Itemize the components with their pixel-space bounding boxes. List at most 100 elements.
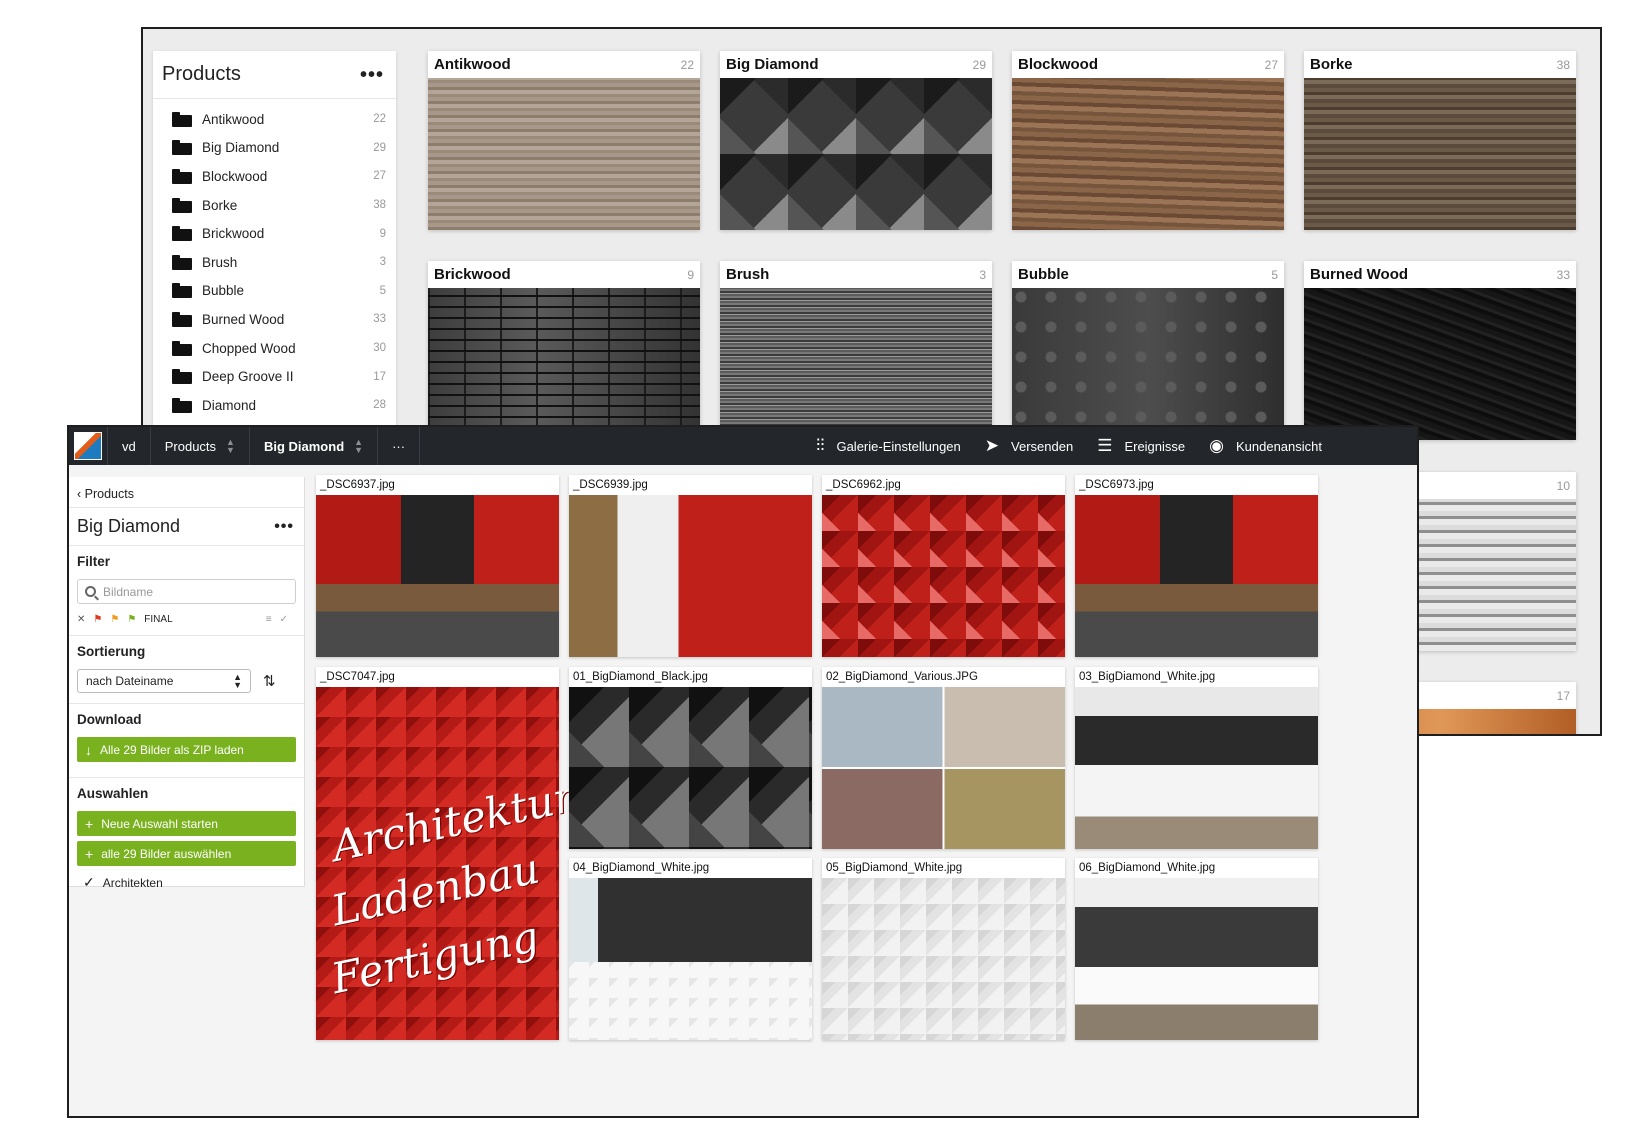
events-label: Ereignisse [1124, 438, 1186, 454]
photo-tile[interactable]: 05_BigDiamond_White.jpg [822, 858, 1065, 1040]
checked-filter-icon[interactable]: ✓ [280, 614, 288, 625]
gallery-settings-button[interactable]: ⫶⫶ Galerie-Einstellungen [816, 436, 961, 456]
clear-filter-icon[interactable]: ✕ [77, 614, 85, 625]
breadcrumb-home[interactable]: vd [107, 427, 150, 465]
photo-filename: _DSC6973.jpg [1079, 479, 1154, 491]
tile-count: 33 [1556, 267, 1570, 282]
folder-icon [172, 111, 192, 127]
gallery-sidebar: ‹ Products Big Diamond ••• Filter Bildna… [69, 477, 305, 890]
gallery-tile[interactable]: Borke 38 [1304, 51, 1576, 230]
client-view-button[interactable]: ◉ Kundenansicht [1209, 436, 1322, 456]
photo-filename: 06_BigDiamond_White.jpg [1079, 862, 1216, 874]
folder-name: Antikwood [202, 111, 265, 127]
photo-thumbnail [1075, 878, 1318, 1040]
gallery-title-row: Big Diamond ••• [69, 508, 304, 546]
photo-tile[interactable]: _DSC6939.jpg [569, 475, 812, 657]
folder-count: 5 [379, 284, 386, 297]
tile-name: Brickwood [434, 266, 511, 283]
gallery-settings-label: Galerie-Einstellungen [836, 438, 961, 454]
tile-count: 17 [1556, 688, 1570, 703]
folder-count: 28 [373, 399, 386, 412]
selection-item[interactable]: ✓ Architekten [77, 874, 296, 891]
flag-orange-icon[interactable]: ⚑ [110, 614, 119, 625]
folder-name: Brush [202, 254, 238, 270]
photo-tile[interactable]: _DSC6962.jpg [822, 475, 1065, 657]
tile-thumbnail [720, 288, 992, 440]
plus-icon: + [85, 815, 94, 832]
list-icon: ☰ [1097, 436, 1113, 455]
photo-tile[interactable]: 04_BigDiamond_White.jpg [569, 858, 812, 1040]
flag-red-icon[interactable]: ⚑ [93, 614, 102, 625]
new-selection-label: Neue Auswahl starten [101, 816, 218, 831]
photo-tile[interactable]: 01_BigDiamond_Black.jpg [569, 667, 812, 849]
photo-tile[interactable]: _DSC7047.jpg Architektur Ladenbau Fertig… [316, 667, 578, 1040]
photo-tile[interactable]: 02_BigDiamond_Various.JPG [822, 667, 1065, 849]
folder-item[interactable]: Burned Wood 33 [153, 305, 396, 334]
download-section: Download ↓ Alle 29 Bilder als ZIP laden [69, 704, 304, 778]
gallery-tile[interactable]: Big Diamond 29 [720, 51, 992, 230]
breadcrumb-more[interactable]: ··· [377, 427, 421, 465]
app-logo[interactable] [69, 427, 107, 465]
download-arrow-icon: ↓ [85, 741, 92, 758]
search-input[interactable]: Bildname [77, 579, 296, 604]
comment-filter-icon[interactable]: ≡ [266, 614, 272, 625]
folder-item[interactable]: Blockwood 27 [153, 162, 396, 191]
gallery-tile[interactable]: Bubble 5 [1012, 261, 1284, 440]
folder-item[interactable]: Brickwood 9 [153, 219, 396, 248]
folder-icon [172, 226, 192, 242]
flag-green-icon[interactable]: ⚑ [127, 614, 136, 625]
products-sidebar-header: Products ••• [153, 51, 396, 99]
sort-direction-icon[interactable]: ⇅ [263, 672, 276, 690]
photo-tile[interactable]: _DSC6937.jpg [316, 475, 559, 657]
folder-count: 17 [373, 370, 386, 383]
folder-item[interactable]: Borke 38 [153, 191, 396, 220]
new-selection-button[interactable]: + Neue Auswahl starten [77, 811, 296, 836]
folder-item[interactable]: Bubble 5 [153, 277, 396, 306]
folder-count: 22 [373, 113, 386, 126]
tile-thumbnail [1304, 288, 1576, 440]
folder-icon [172, 340, 192, 356]
gallery-tile[interactable]: Burned Wood 33 [1304, 261, 1576, 440]
gallery-tile[interactable]: Antikwood 22 [428, 51, 700, 230]
plus-icon: + [85, 845, 94, 862]
folder-icon [172, 140, 192, 156]
selection-heading: Auswahlen [77, 786, 149, 801]
folder-name: Borke [202, 197, 238, 213]
breadcrumb-products[interactable]: Products ▲ ▼ [149, 427, 249, 465]
selection-section: Auswahlen + Neue Auswahl starten + alle 29… [69, 778, 304, 901]
tile-thumbnail [720, 78, 992, 230]
folder-item[interactable]: Big Diamond 29 [153, 134, 396, 163]
tile-thumbnail [1304, 78, 1576, 230]
folder-name: Diamond [202, 397, 257, 413]
download-zip-button[interactable]: ↓ Alle 29 Bilder als ZIP laden [77, 737, 296, 762]
send-button[interactable]: ➤ Versenden [985, 436, 1073, 456]
photo-tile[interactable]: 03_BigDiamond_White.jpg [1075, 667, 1318, 849]
tile-name: Blockwood [1018, 56, 1099, 73]
sort-select[interactable]: nach Dateiname ▲ ▼ [77, 669, 251, 693]
back-link[interactable]: ‹ Products [69, 477, 304, 508]
more-options-icon[interactable]: ••• [274, 518, 294, 535]
folder-item[interactable]: Antikwood 22 [153, 105, 396, 134]
gallery-tile[interactable]: Brush 3 [720, 261, 992, 440]
flag-final[interactable]: FINAL [144, 614, 172, 625]
gallery-tile[interactable]: Brickwood 9 [428, 261, 700, 440]
folder-item[interactable]: Brush 3 [153, 248, 396, 277]
tile-name: Big Diamond [726, 56, 819, 73]
folder-item[interactable]: Chopped Wood 30 [153, 334, 396, 363]
tile-count: 29 [972, 57, 986, 72]
select-all-button[interactable]: + alle 29 Bilder auswählen [77, 841, 296, 866]
folder-item[interactable]: Diamond 28 [153, 391, 396, 420]
photo-tile[interactable]: 06_BigDiamond_White.jpg [1075, 858, 1318, 1040]
gallery-tile[interactable]: Blockwood 27 [1012, 51, 1284, 230]
photo-tile[interactable]: _DSC6973.jpg [1075, 475, 1318, 657]
download-zip-label: Alle 29 Bilder als ZIP laden [100, 742, 244, 757]
more-options-icon[interactable]: ••• [360, 65, 384, 85]
photo-thumbnail [822, 495, 1065, 657]
breadcrumb-current[interactable]: Big Diamond ▲ ▼ [248, 427, 377, 465]
checkmark-icon: ✓ [83, 874, 95, 890]
paper-plane-icon: ➤ [984, 436, 1000, 455]
folder-item[interactable]: Deep Groove II 17 [153, 362, 396, 391]
select-all-label: alle 29 Bilder auswählen [101, 846, 232, 861]
events-button[interactable]: ☰ Ereignisse [1097, 436, 1185, 456]
client-view-label: Kundenansicht [1235, 438, 1322, 454]
